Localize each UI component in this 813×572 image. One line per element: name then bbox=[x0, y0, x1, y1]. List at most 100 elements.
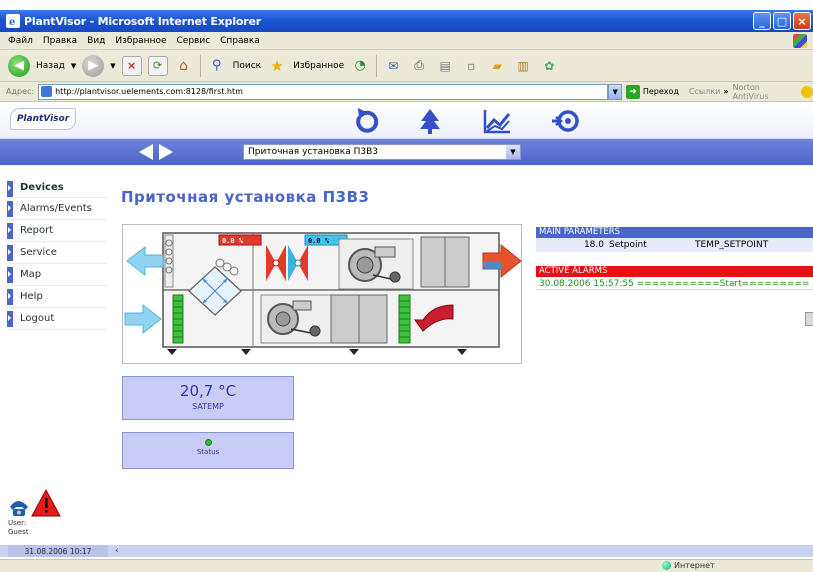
window-title: PlantVisor - Microsoft Internet Explorer bbox=[24, 14, 261, 28]
windows-flag-icon bbox=[793, 34, 807, 48]
device-target-icon[interactable] bbox=[551, 106, 581, 136]
table-row[interactable]: 18.0 Setpoint TEMP_SETPOINT bbox=[536, 238, 813, 252]
sidebar-item-label: Help bbox=[20, 291, 43, 302]
forward-dropdown-icon[interactable]: ▼ bbox=[110, 62, 115, 70]
sidebar-item-label: Report bbox=[20, 225, 54, 236]
edit-icon[interactable]: ▤ bbox=[435, 56, 455, 76]
favorites-button-label[interactable]: Избранное bbox=[293, 61, 344, 71]
temperature-label: SATEMP bbox=[192, 402, 224, 411]
temperature-panel[interactable]: 20,7 °C SATEMP bbox=[122, 376, 294, 420]
return-fan-icon bbox=[260, 294, 332, 344]
status-label: Status bbox=[196, 448, 220, 456]
supply-filter-icon bbox=[172, 294, 184, 344]
outdoor-air-arrow-icon bbox=[124, 303, 162, 335]
alarm-warning-icon[interactable] bbox=[31, 488, 61, 517]
sidebar-item-map[interactable]: Map bbox=[7, 264, 107, 286]
search-icon[interactable]: ⚲ bbox=[207, 56, 227, 76]
menu-help[interactable]: Справка bbox=[220, 36, 260, 46]
sidebar-item-label: Map bbox=[20, 269, 42, 280]
norton-icon[interactable] bbox=[801, 85, 813, 98]
history-icon[interactable]: ◔ bbox=[350, 56, 370, 76]
window-title-bar: e PlantVisor - Microsoft Internet Explor… bbox=[0, 10, 813, 32]
ahu-schematic: 0.0 % 0.0 % bbox=[122, 224, 522, 364]
sidebar-item-label: Logout bbox=[20, 313, 55, 324]
ie-logo-icon: e bbox=[6, 14, 20, 28]
address-dropdown-icon[interactable]: ▼ bbox=[608, 83, 623, 100]
menu-file[interactable]: Файл bbox=[8, 36, 33, 46]
menu-view[interactable]: Вид bbox=[87, 36, 105, 46]
sidebar-item-service[interactable]: Service bbox=[7, 242, 107, 264]
research-icon[interactable]: ▥ bbox=[513, 56, 533, 76]
favorites-star-icon[interactable]: ★ bbox=[267, 56, 287, 76]
mail-icon[interactable]: ✉ bbox=[383, 56, 403, 76]
next-device-arrow-icon[interactable] bbox=[157, 142, 175, 162]
links-label[interactable]: Ссылки bbox=[689, 87, 720, 96]
scroll-left-icon[interactable]: ‹ bbox=[115, 545, 119, 557]
app-header: PlantVisor bbox=[0, 102, 813, 139]
messenger-icon[interactable]: ✿ bbox=[539, 56, 559, 76]
svg-text:e: e bbox=[9, 17, 15, 27]
sidebar-nav: Devices Alarms/Events Report Service Map… bbox=[7, 178, 107, 330]
go-arrow-icon[interactable]: ➜ bbox=[626, 84, 640, 99]
print-icon[interactable]: ⎙ bbox=[409, 56, 429, 76]
sidebar-item-logout[interactable]: Logout bbox=[7, 308, 107, 330]
trend-graph-icon[interactable] bbox=[482, 106, 512, 136]
device-nav-bar: Приточная установка П3В3 ▼ bbox=[0, 139, 813, 165]
folder-icon[interactable]: ▰ bbox=[487, 56, 507, 76]
back-button-label[interactable]: Назад bbox=[36, 61, 65, 71]
active-alarms-header: ACTIVE ALARMS bbox=[536, 266, 813, 277]
home-icon[interactable]: ⌂ bbox=[174, 56, 194, 76]
address-input[interactable]: http://plantvisor.uelements.com:8128/fir… bbox=[38, 83, 609, 100]
stop-icon[interactable]: × bbox=[121, 55, 142, 76]
damper-1-value: 0.0 % bbox=[222, 237, 244, 245]
sidebar-item-alarms-events[interactable]: Alarms/Events bbox=[7, 198, 107, 220]
close-button[interactable]: × bbox=[793, 12, 811, 30]
sidebar-item-label: Devices bbox=[20, 182, 64, 193]
go-button-label[interactable]: Переход bbox=[643, 87, 679, 96]
discuss-icon[interactable]: ▫ bbox=[461, 56, 481, 76]
refresh-icon[interactable]: ⟳ bbox=[147, 55, 168, 76]
return-filter-icon bbox=[398, 294, 411, 344]
plantvisor-logo: PlantVisor bbox=[10, 108, 76, 130]
sidebar-item-report[interactable]: Report bbox=[7, 220, 107, 242]
side-panel-tab[interactable] bbox=[805, 312, 813, 326]
exhaust-air-arrow-icon bbox=[126, 245, 164, 277]
main-parameters-header: MAIN PARAMETERS bbox=[536, 227, 813, 238]
parameter-code: TEMP_SETPOINT bbox=[695, 240, 769, 250]
menu-favorites[interactable]: Избранное bbox=[115, 36, 166, 46]
chevron-right-icon[interactable]: » bbox=[723, 87, 728, 96]
status-panel[interactable]: Status bbox=[122, 432, 294, 469]
supply-coil-block-icon bbox=[420, 236, 470, 288]
prev-device-arrow-icon[interactable] bbox=[137, 142, 155, 162]
device-select-value: Приточная установка П3В3 bbox=[248, 147, 379, 157]
sidebar-item-label: Alarms/Events bbox=[20, 203, 92, 214]
sidebar-item-help[interactable]: Help bbox=[7, 286, 107, 308]
alarm-row[interactable]: 30.08.2006 15:57:55 ===========Start====… bbox=[536, 278, 813, 290]
back-arrow-icon[interactable]: ◀ bbox=[8, 54, 30, 77]
forward-arrow-icon[interactable]: ▶ bbox=[82, 54, 105, 77]
parameter-value: 18.0 bbox=[583, 240, 604, 250]
search-button-label[interactable]: Поиск bbox=[233, 61, 262, 71]
user-name: Guest bbox=[8, 528, 29, 536]
minimize-button[interactable]: _ bbox=[753, 12, 771, 30]
menu-tools[interactable]: Сервис bbox=[177, 36, 211, 46]
internet-zone-icon bbox=[662, 561, 671, 570]
phone-icon[interactable] bbox=[10, 501, 28, 516]
address-url: http://plantvisor.uelements.com:8128/fir… bbox=[55, 87, 243, 96]
sidebar-item-devices[interactable]: Devices bbox=[7, 178, 107, 198]
plant-tree-icon[interactable] bbox=[415, 106, 445, 136]
damper-2-value: 0.0 % bbox=[308, 237, 330, 245]
refresh-arrow-icon[interactable] bbox=[351, 106, 381, 136]
menu-edit[interactable]: Правка bbox=[43, 36, 77, 46]
page-title: Приточная установка П3В3 bbox=[121, 188, 370, 206]
user-label: User: bbox=[8, 519, 27, 527]
footer-bar: 31.08.2006 10:17 ‹ bbox=[0, 545, 813, 557]
menu-bar: Файл Правка Вид Избранное Сервис Справка bbox=[0, 32, 813, 50]
back-dropdown-icon[interactable]: ▼ bbox=[71, 62, 76, 70]
norton-label[interactable]: Norton AntiVirus bbox=[733, 83, 798, 101]
device-select[interactable]: Приточная установка П3В3 ▼ bbox=[243, 144, 521, 160]
maximize-button[interactable]: □ bbox=[773, 12, 791, 30]
parameter-name: Setpoint bbox=[609, 240, 647, 250]
address-bar: Адрес: http://plantvisor.uelements.com:8… bbox=[0, 82, 813, 102]
chevron-down-icon[interactable]: ▼ bbox=[506, 145, 520, 159]
